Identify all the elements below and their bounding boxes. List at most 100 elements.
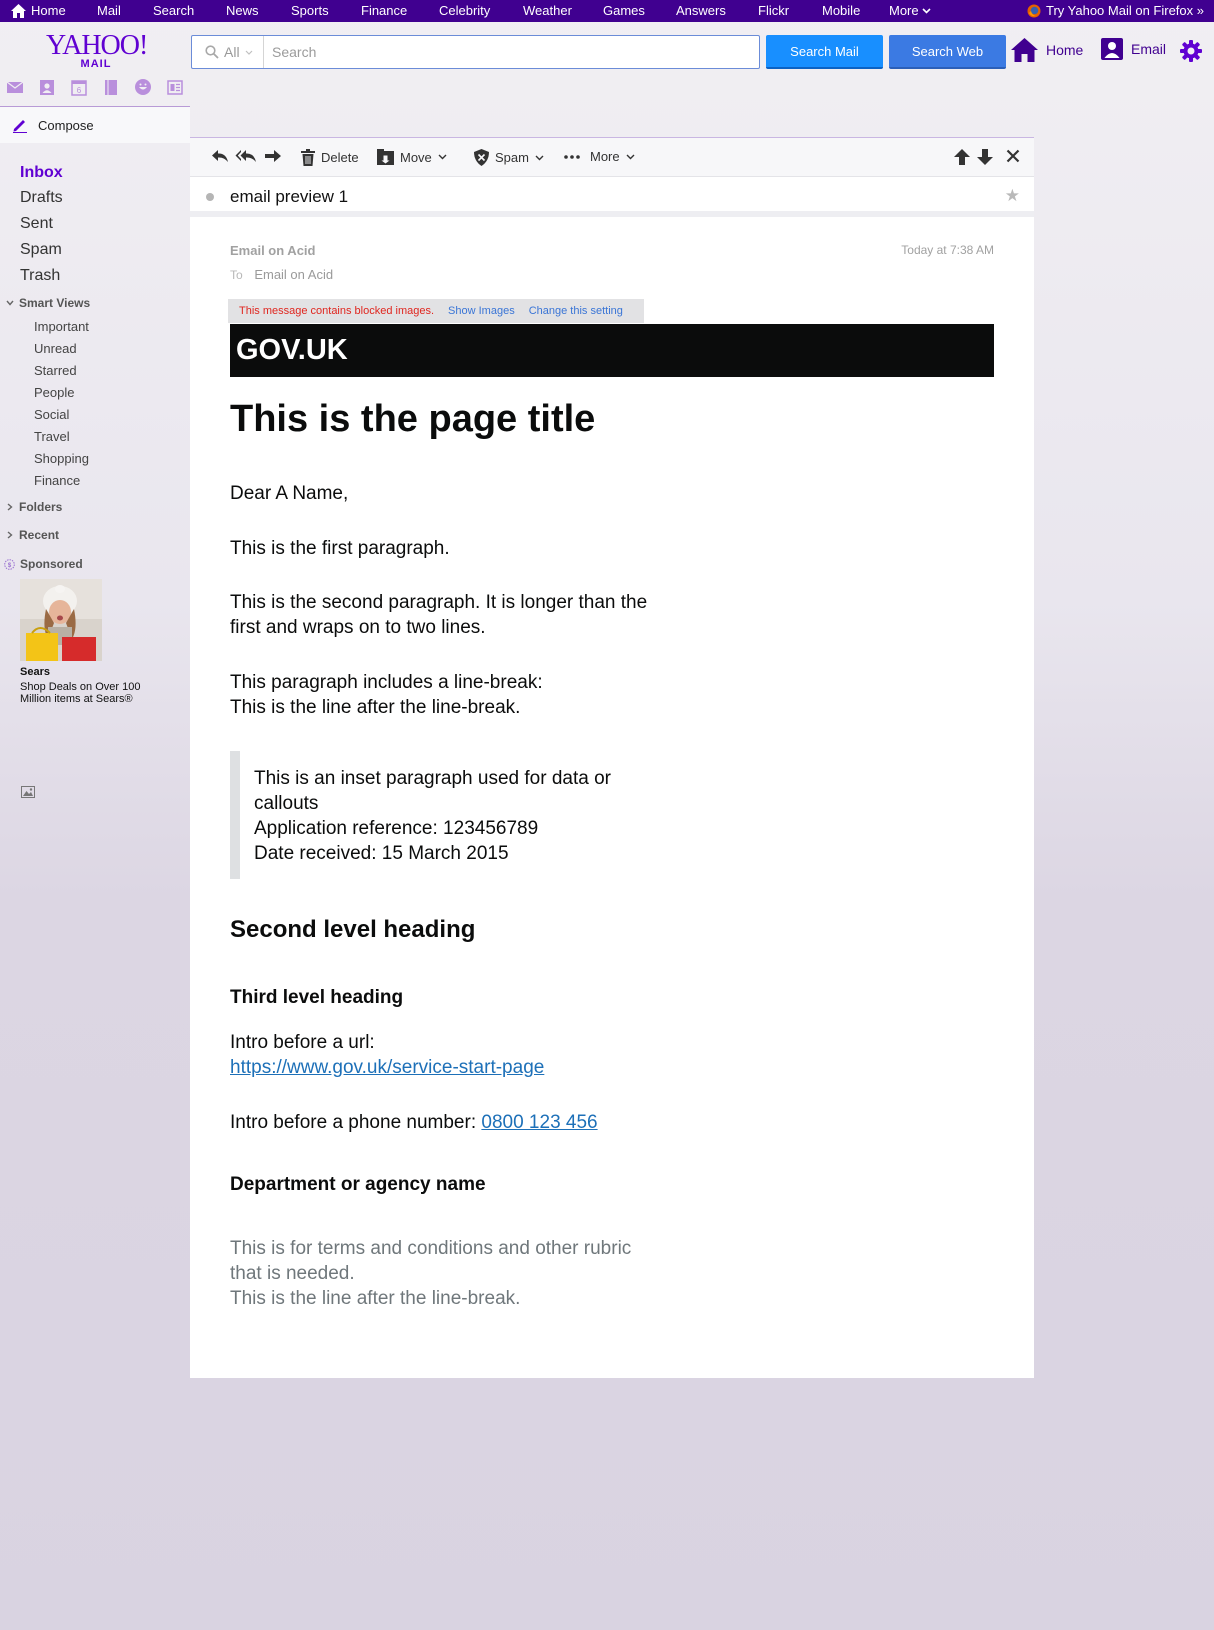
email-phone-block: Intro before a phone number: 0800 123 45…	[230, 1110, 598, 1135]
topnav-news-link[interactable]: News	[226, 3, 259, 19]
header-home-label: Home	[1046, 42, 1084, 58]
forward-button[interactable]	[264, 149, 282, 163]
search-mail-button[interactable]: Search Mail	[766, 35, 883, 69]
search-web-button[interactable]: Search Web	[889, 35, 1006, 69]
chevron-down-icon	[245, 50, 253, 55]
settings-gear-icon[interactable]	[1180, 40, 1202, 62]
smart-view-unread[interactable]: Unread	[34, 341, 77, 356]
topnav-search-link[interactable]: Search	[153, 3, 194, 19]
message-date: Today at 7:38 AM	[901, 243, 994, 257]
header-email-link[interactable]: Email	[1101, 38, 1166, 60]
email-rubric: This is for terms and conditions and oth…	[230, 1236, 631, 1311]
more-actions-button[interactable]: More	[564, 149, 635, 164]
blocked-images-warning: This message contains blocked images.	[239, 305, 435, 317]
star-icon[interactable]: ★	[1005, 186, 1020, 206]
topnav-mobile-link[interactable]: Mobile	[822, 3, 860, 19]
sponsored-ad-image[interactable]	[20, 579, 102, 661]
search-icon	[205, 45, 219, 59]
govuk-header-bar: GOV.UK	[230, 324, 994, 377]
service-url-link[interactable]: https://www.gov.uk/service-start-page	[230, 1055, 544, 1080]
smart-view-shopping[interactable]: Shopping	[34, 451, 89, 466]
topnav-sports-link[interactable]: Sports	[291, 3, 329, 19]
topnav-finance-link[interactable]: Finance	[361, 3, 407, 19]
inset-line-4: Date received: 15 March 2015	[254, 843, 509, 864]
sender-name[interactable]: Email on Acid	[230, 243, 315, 258]
smart-view-people[interactable]: People	[34, 385, 74, 400]
sponsored-header: $ Sponsored	[4, 557, 83, 571]
spam-button[interactable]: Spam	[474, 149, 544, 166]
sidebar-item-drafts[interactable]: Drafts	[20, 189, 63, 207]
smart-view-important[interactable]: Important	[34, 319, 89, 334]
sidebar-item-spam[interactable]: Spam	[20, 241, 62, 259]
delete-button[interactable]: Delete	[301, 149, 359, 166]
close-message-button[interactable]	[1006, 149, 1020, 163]
chevron-down-icon	[626, 154, 635, 160]
smart-view-travel[interactable]: Travel	[34, 429, 70, 444]
email-paragraph-3-line-2: This is the line after the line-break.	[230, 697, 521, 718]
topnav-mail-link[interactable]: Mail	[97, 3, 121, 19]
reply-all-button[interactable]	[235, 149, 257, 163]
firefox-promo-link[interactable]: Try Yahoo Mail on Firefox »	[1027, 3, 1204, 18]
previous-message-button[interactable]	[954, 149, 970, 165]
contacts-icon[interactable]	[38, 78, 56, 96]
email-paragraph-1: This is the first paragraph.	[230, 538, 450, 559]
show-images-link[interactable]: Show Images	[448, 305, 515, 317]
topnav-celebrity-link[interactable]: Celebrity	[439, 3, 490, 19]
compose-label: Compose	[38, 117, 94, 133]
to-label: To	[230, 268, 243, 282]
smart-views-label: Smart Views	[19, 296, 91, 310]
sponsored-icon: $	[4, 558, 15, 570]
mail-icon[interactable]	[6, 78, 24, 96]
close-icon	[1006, 149, 1020, 163]
topnav-weather-link[interactable]: Weather	[523, 3, 572, 19]
folders-toggle[interactable]: Folders	[6, 500, 62, 514]
smart-view-finance[interactable]: Finance	[34, 473, 80, 488]
search-scope-dropdown[interactable]: All	[192, 36, 264, 68]
topnav-games-link[interactable]: Games	[603, 3, 645, 19]
compose-button[interactable]: Compose	[0, 107, 190, 143]
recipient-name[interactable]: Email on Acid	[254, 267, 333, 282]
recent-toggle[interactable]: Recent	[6, 528, 59, 542]
next-message-button[interactable]	[977, 149, 993, 165]
calendar-icon[interactable]: 6	[70, 78, 88, 96]
sidebar-item-trash[interactable]: Trash	[20, 267, 60, 285]
move-button[interactable]: Move	[377, 149, 447, 165]
arrow-down-icon	[977, 149, 993, 165]
search-input[interactable]	[272, 42, 742, 62]
sponsored-ad-title[interactable]: Sears	[20, 666, 50, 678]
read-status-dot[interactable]	[206, 193, 214, 201]
reply-all-icon	[235, 149, 257, 163]
sponsored-ad-text[interactable]: Shop Deals on Over 100 Million items at …	[20, 681, 160, 705]
app-switcher: 6	[6, 78, 184, 96]
topnav-more-menu[interactable]: More	[889, 3, 931, 19]
messenger-icon[interactable]	[134, 78, 152, 96]
newsfeed-icon[interactable]	[166, 78, 184, 96]
header-home-link[interactable]: Home	[1011, 38, 1083, 62]
sidebar-item-sent[interactable]: Sent	[20, 215, 53, 233]
chevron-down-icon	[438, 154, 447, 160]
logo-wordmark: YAHOO!	[46, 30, 148, 61]
phone-number-link[interactable]: 0800 123 456	[481, 1112, 597, 1133]
smart-view-social[interactable]: Social	[34, 407, 69, 422]
shield-icon	[474, 149, 489, 166]
change-setting-link[interactable]: Change this setting	[529, 305, 623, 317]
smart-view-starred[interactable]: Starred	[34, 363, 77, 378]
header-email-label: Email	[1131, 41, 1167, 57]
smart-views-toggle[interactable]: Smart Views	[6, 296, 90, 310]
folders-label: Folders	[19, 500, 63, 514]
topnav-home-link[interactable]: Home	[11, 3, 66, 19]
reply-button[interactable]	[211, 149, 229, 163]
rubric-line-1: This is for terms and conditions and oth…	[230, 1238, 632, 1259]
email-greeting: Dear A Name,	[230, 483, 349, 504]
image-icon[interactable]	[21, 786, 35, 798]
chevron-right-icon	[6, 503, 14, 511]
phone-intro: Intro before a phone number:	[230, 1112, 477, 1133]
pencil-icon	[12, 117, 28, 133]
yahoo-mail-logo[interactable]: YAHOO! MAIL	[46, 30, 148, 71]
sidebar-item-inbox[interactable]: Inbox	[20, 164, 63, 182]
email-page-title: This is the page title	[230, 398, 596, 440]
notepad-icon[interactable]	[102, 78, 120, 96]
delete-label: Delete	[321, 150, 359, 165]
topnav-flickr-link[interactable]: Flickr	[758, 3, 789, 19]
topnav-answers-link[interactable]: Answers	[676, 3, 726, 19]
